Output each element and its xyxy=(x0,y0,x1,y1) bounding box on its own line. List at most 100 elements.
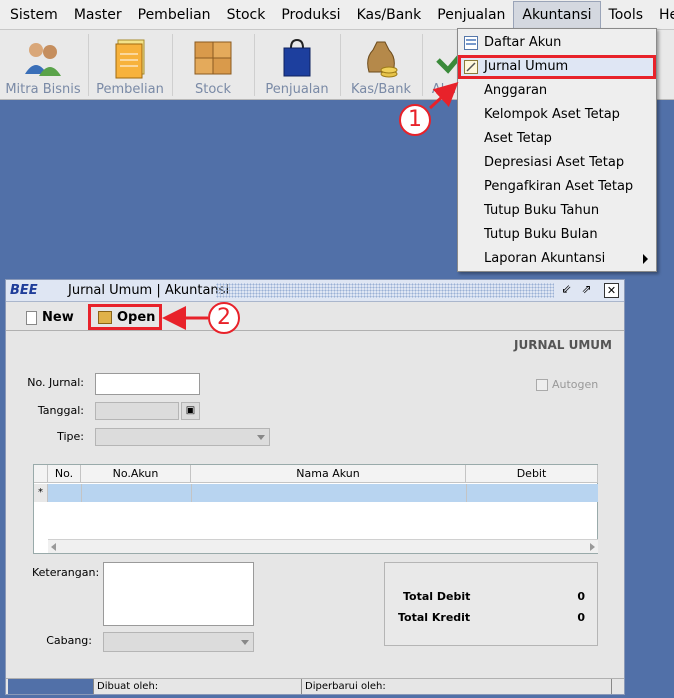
window-titlebar: BEE Jurnal Umum | Akuntansi ⇙ ⇗ ✕ xyxy=(6,280,624,302)
column-header[interactable]: Debit xyxy=(466,465,598,483)
open-button[interactable]: Open xyxy=(98,307,155,329)
menu-item-label: Pengafkiran Aset Tetap xyxy=(484,179,634,194)
menu-tutup-buku-bulan[interactable]: Tutup Buku Bulan xyxy=(458,223,656,247)
menu-anggaran[interactable]: Anggaran xyxy=(458,79,656,103)
toolbar-label: Stock xyxy=(195,82,231,97)
dibuat-oleh-label: Dibuat oleh: xyxy=(94,679,302,694)
open-label: Open xyxy=(117,310,156,325)
menu-aset-tetap[interactable]: Aset Tetap xyxy=(458,127,656,151)
akuntansi-dropdown: Daftar Akun Jurnal Umum Anggaran Kelompo… xyxy=(457,28,657,272)
menu-stock[interactable]: Stock xyxy=(219,1,274,29)
horizontal-scrollbar[interactable] xyxy=(48,539,598,553)
cabang-label: Cabang: xyxy=(46,634,92,647)
column-header[interactable]: No.Akun xyxy=(81,465,191,483)
menu-item-label: Daftar Akun xyxy=(484,35,562,50)
toolbar-separator xyxy=(172,34,173,96)
jurnal-grid: No. No.Akun Nama Akun Debit * xyxy=(33,464,598,554)
menu-sistem[interactable]: Sistem xyxy=(2,1,66,29)
checkbox-box xyxy=(536,379,548,391)
submenu-arrow-icon xyxy=(643,254,648,264)
window-toolbar: New Open xyxy=(6,303,624,331)
restore-icon[interactable]: ⇙ xyxy=(559,283,574,298)
shopping-bag-icon xyxy=(283,38,311,77)
new-button[interactable]: New xyxy=(26,307,74,329)
menu-jurnal-umum[interactable]: Jurnal Umum xyxy=(458,55,656,79)
toolbar-label: Penjualan xyxy=(265,82,329,97)
column-header[interactable]: Nama Akun xyxy=(191,465,466,483)
menu-kelompok-aset-tetap[interactable]: Kelompok Aset Tetap xyxy=(458,103,656,127)
keterangan-label: Keterangan: xyxy=(32,566,100,579)
total-debit-label: Total Debit xyxy=(403,590,471,603)
column-header[interactable]: No. xyxy=(48,465,81,483)
total-kredit-value: 0 xyxy=(577,611,585,624)
menu-daftar-akun[interactable]: Daftar Akun xyxy=(458,31,656,55)
menu-bar: Sistem Master Pembelian Stock Produksi K… xyxy=(0,0,674,30)
toolbar-pembelian-button[interactable]: Pembelian xyxy=(90,30,170,100)
new-row-marker: * xyxy=(34,484,48,502)
menu-item-label: Laporan Akuntansi xyxy=(484,251,606,266)
menu-item-label: Aset Tetap xyxy=(484,131,552,146)
menu-kas-bank[interactable]: Kas/Bank xyxy=(349,1,430,29)
boxes-icon xyxy=(194,41,232,75)
menu-help[interactable]: Help xyxy=(651,1,674,29)
toolbar-kas-bank-button[interactable]: Kas/Bank xyxy=(342,30,420,100)
people-icon xyxy=(25,43,61,76)
toolbar-separator xyxy=(422,34,423,96)
menu-item-label: Tutup Buku Tahun xyxy=(484,203,600,218)
menu-master[interactable]: Master xyxy=(66,1,130,29)
grid-corner xyxy=(34,465,48,483)
menu-pengafkiran-aset-tetap[interactable]: Pengafkiran Aset Tetap xyxy=(458,175,656,199)
notebook-icon xyxy=(115,39,145,79)
bee-logo: BEE xyxy=(10,283,38,298)
toolbar-label: Kas/Bank xyxy=(350,82,412,97)
menu-pembelian[interactable]: Pembelian xyxy=(130,1,219,29)
scroll-left-icon[interactable] xyxy=(51,543,56,551)
menu-produksi[interactable]: Produksi xyxy=(273,1,348,29)
autogen-checkbox[interactable]: Autogen xyxy=(536,378,598,391)
menu-item-label: Tutup Buku Bulan xyxy=(484,227,598,242)
folder-open-icon xyxy=(98,311,112,324)
diperbarui-oleh-label: Diperbarui oleh: xyxy=(302,679,612,694)
toolbar-penjualan-button[interactable]: Penjualan xyxy=(256,30,338,100)
journal-icon xyxy=(464,60,478,74)
calendar-icon[interactable]: ▣ xyxy=(181,402,200,420)
panel-title: JURNAL UMUM xyxy=(514,338,612,352)
no-jurnal-input[interactable] xyxy=(95,373,200,395)
tanggal-input[interactable] xyxy=(95,402,179,420)
maximize-icon[interactable]: ⇗ xyxy=(579,283,594,298)
menu-tools[interactable]: Tools xyxy=(601,1,652,29)
menu-laporan-akuntansi[interactable]: Laporan Akuntansi xyxy=(458,247,656,271)
toolbar-mitra-bisnis-button[interactable]: Mitra Bisnis xyxy=(0,30,86,100)
new-label: New xyxy=(42,310,74,325)
menu-penjualan[interactable]: Penjualan xyxy=(429,1,513,29)
cabang-select[interactable] xyxy=(103,632,254,652)
titlebar-dots xyxy=(216,283,554,298)
window-title: Jurnal Umum | Akuntansi xyxy=(68,283,230,298)
status-progress xyxy=(8,679,94,694)
no-jurnal-label: No. Jurnal: xyxy=(27,376,84,389)
toolbar-stock-button[interactable]: Stock xyxy=(174,30,252,100)
total-debit-value: 0 xyxy=(577,590,585,603)
tanggal-label: Tanggal: xyxy=(37,404,84,417)
chevron-down-icon xyxy=(241,640,249,645)
chevron-down-icon xyxy=(257,435,265,440)
table-row[interactable] xyxy=(48,484,598,502)
keterangan-textarea[interactable] xyxy=(103,562,254,626)
callout-2: 2 xyxy=(208,302,240,334)
page-icon xyxy=(26,310,37,325)
callout-1: 1 xyxy=(399,104,431,136)
menu-tutup-buku-tahun[interactable]: Tutup Buku Tahun xyxy=(458,199,656,223)
toolbar-label: Mitra Bisnis xyxy=(5,82,81,97)
menu-akuntansi[interactable]: Akuntansi xyxy=(513,0,601,29)
toolbar-separator xyxy=(254,34,255,96)
menu-depresiasi-aset-tetap[interactable]: Depresiasi Aset Tetap xyxy=(458,151,656,175)
menu-item-label: Kelompok Aset Tetap xyxy=(484,107,620,122)
toolbar-label: Pembelian xyxy=(96,82,164,97)
list-icon xyxy=(464,36,478,50)
scroll-right-icon[interactable] xyxy=(590,543,595,551)
tipe-select[interactable] xyxy=(95,428,270,446)
close-icon[interactable]: ✕ xyxy=(604,283,619,298)
menu-item-label: Anggaran xyxy=(484,83,548,98)
toolbar-separator xyxy=(340,34,341,96)
tipe-label: Tipe: xyxy=(57,430,84,443)
